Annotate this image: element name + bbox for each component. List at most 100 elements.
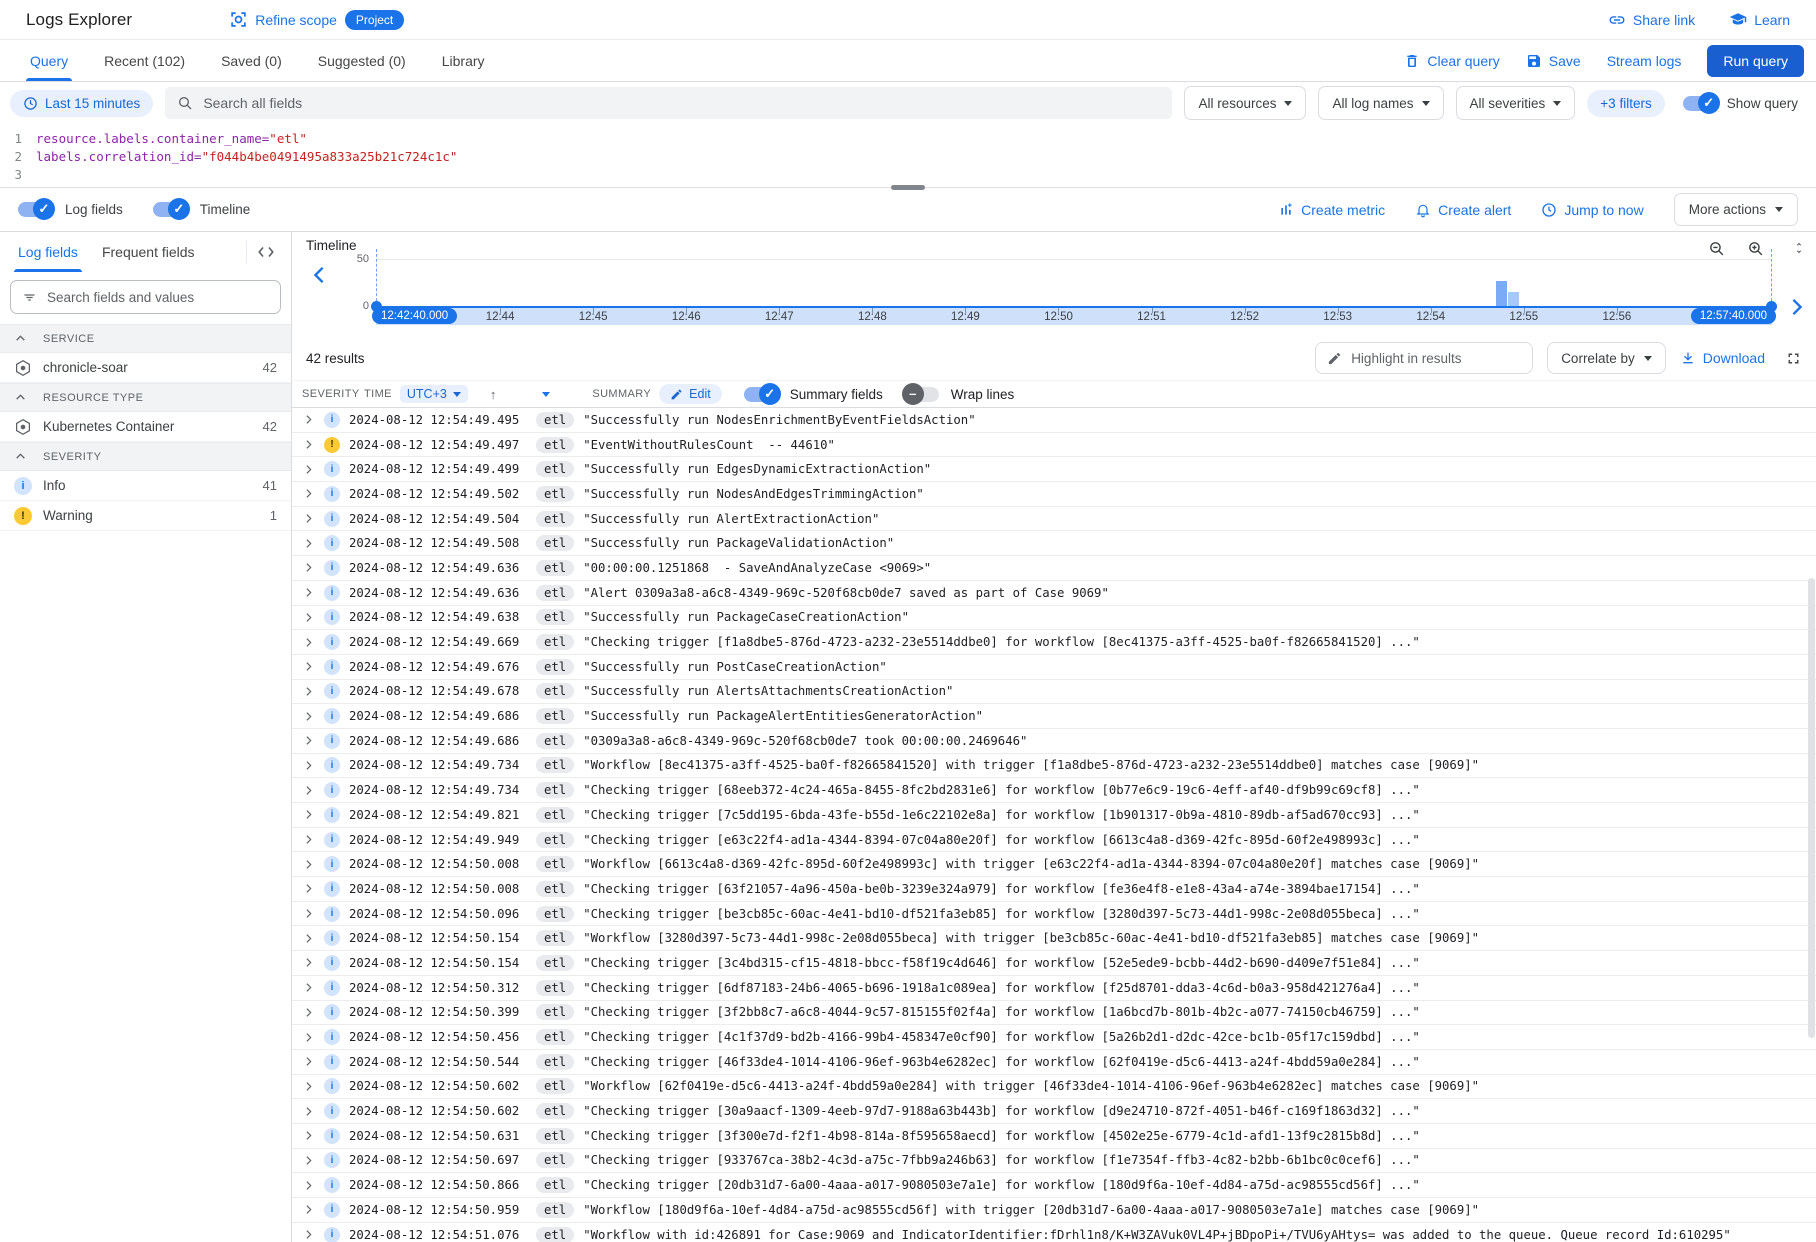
jump-to-now-button[interactable]: Jump to now	[1541, 202, 1643, 218]
search-all-fields[interactable]	[165, 87, 1172, 119]
sidebar-item-info[interactable]: iInfo41	[0, 471, 291, 501]
tab-saved[interactable]: Saved (0)	[203, 40, 300, 81]
expand-row-icon[interactable]	[302, 636, 315, 649]
container-chip[interactable]: etl	[536, 585, 574, 601]
expand-row-icon[interactable]	[302, 833, 315, 846]
log-row[interactable]: i2024-08-12 12:54:50.154etl"Workflow [32…	[292, 926, 1816, 951]
container-chip[interactable]: etl	[536, 1103, 574, 1119]
container-chip[interactable]: etl	[536, 881, 574, 897]
zoom-in-icon[interactable]	[1747, 240, 1764, 257]
column-menu-icon[interactable]	[542, 392, 550, 397]
expand-row-icon[interactable]	[302, 1031, 315, 1044]
expand-row-icon[interactable]	[302, 956, 315, 969]
expand-row-icon[interactable]	[302, 561, 315, 574]
search-all-fields-input[interactable]	[203, 95, 1160, 111]
unfold-more-icon[interactable]	[1792, 240, 1806, 256]
expand-row-icon[interactable]	[302, 660, 315, 673]
selection-end-handle[interactable]	[1766, 301, 1777, 312]
container-chip[interactable]: etl	[536, 412, 574, 428]
container-chip[interactable]: etl	[536, 807, 574, 823]
sidebar-search[interactable]	[10, 280, 281, 314]
container-chip[interactable]: etl	[536, 634, 574, 650]
timeline-toggle[interactable]: ✓	[153, 202, 187, 217]
log-row[interactable]: i2024-08-12 12:54:49.495etl"Successfully…	[292, 408, 1816, 433]
container-chip[interactable]: etl	[536, 782, 574, 798]
log-row[interactable]: i2024-08-12 12:54:50.096etl"Checking tri…	[292, 902, 1816, 927]
expand-row-icon[interactable]	[302, 512, 315, 525]
expand-row-icon[interactable]	[302, 759, 315, 772]
container-chip[interactable]: etl	[536, 1029, 574, 1045]
stream-logs-button[interactable]: Stream logs	[1607, 53, 1682, 69]
log-row[interactable]: i2024-08-12 12:54:49.676etl"Successfully…	[292, 655, 1816, 680]
sidebar-item-kubernetes-container[interactable]: Kubernetes Container42	[0, 412, 291, 442]
create-metric-button[interactable]: Create metric	[1278, 202, 1385, 218]
time-range-chip[interactable]: Last 15 minutes	[10, 90, 153, 117]
all-severities-dropdown[interactable]: All severities	[1456, 86, 1576, 120]
expand-row-icon[interactable]	[302, 1006, 315, 1019]
expand-row-icon[interactable]	[302, 586, 315, 599]
sidebar-search-input[interactable]	[47, 290, 269, 305]
log-row[interactable]: i2024-08-12 12:54:50.154etl"Checking tri…	[292, 951, 1816, 976]
container-chip[interactable]: etl	[536, 437, 574, 453]
expand-row-icon[interactable]	[302, 413, 315, 426]
sort-ascending-icon[interactable]: ↑	[490, 387, 497, 402]
learn-button[interactable]: Learn	[1729, 11, 1790, 29]
log-row[interactable]: i2024-08-12 12:54:50.866etl"Checking tri…	[292, 1173, 1816, 1198]
log-row[interactable]: i2024-08-12 12:54:49.636etl"00:00:00.125…	[292, 556, 1816, 581]
log-row[interactable]: i2024-08-12 12:54:49.949etl"Checking tri…	[292, 828, 1816, 853]
sidebar-section-resource-type[interactable]: RESOURCE TYPE	[0, 383, 291, 412]
more-actions-button[interactable]: More actions	[1674, 193, 1798, 226]
timeline-scroll-right-icon[interactable]	[1790, 298, 1804, 316]
log-row[interactable]: i2024-08-12 12:54:49.502etl"Successfully…	[292, 482, 1816, 507]
expand-row-icon[interactable]	[302, 734, 315, 747]
sidebar-item-chronicle-soar[interactable]: chronicle-soar42	[0, 353, 291, 383]
clear-query-button[interactable]: Clear query	[1404, 53, 1499, 69]
container-chip[interactable]: etl	[536, 461, 574, 477]
timeline-axis-band[interactable]: 12:42:40.000 12:4412:4512:4612:4712:4812…	[376, 306, 1772, 325]
log-row[interactable]: i2024-08-12 12:54:49.669etl"Checking tri…	[292, 630, 1816, 655]
log-row[interactable]: i2024-08-12 12:54:49.821etl"Checking tri…	[292, 803, 1816, 828]
expand-row-icon[interactable]	[302, 808, 315, 821]
log-row[interactable]: i2024-08-12 12:54:50.697etl"Checking tri…	[292, 1149, 1816, 1174]
container-chip[interactable]: etl	[536, 1177, 574, 1193]
zoom-out-icon[interactable]	[1708, 240, 1725, 257]
container-chip[interactable]: etl	[536, 1078, 574, 1094]
container-chip[interactable]: etl	[536, 1004, 574, 1020]
collapse-panel-icon[interactable]	[246, 241, 285, 263]
selection-end-chip[interactable]: 12:57:40.000	[1691, 308, 1776, 324]
log-row[interactable]: i2024-08-12 12:54:50.456etl"Checking tri…	[292, 1025, 1816, 1050]
container-chip[interactable]: etl	[536, 1152, 574, 1168]
expand-row-icon[interactable]	[302, 1228, 315, 1241]
log-row[interactable]: i2024-08-12 12:54:50.959etl"Workflow [18…	[292, 1198, 1816, 1223]
correlate-by-dropdown[interactable]: Correlate by	[1547, 342, 1666, 374]
run-query-button[interactable]: Run query	[1707, 45, 1804, 77]
expand-row-icon[interactable]	[302, 907, 315, 920]
expand-row-icon[interactable]	[302, 438, 315, 451]
container-chip[interactable]: etl	[536, 930, 574, 946]
container-chip[interactable]: etl	[536, 733, 574, 749]
extra-filters-chip[interactable]: +3 filters	[1587, 90, 1664, 117]
tab-query[interactable]: Query	[12, 40, 86, 81]
tab-recent[interactable]: Recent (102)	[86, 40, 203, 81]
expand-row-icon[interactable]	[302, 537, 315, 550]
all-log-names-dropdown[interactable]: All log names	[1318, 86, 1443, 120]
container-chip[interactable]: etl	[536, 906, 574, 922]
log-row[interactable]: i2024-08-12 12:54:51.076etl"Workflow wit…	[292, 1223, 1816, 1242]
timeline-chart[interactable]: 50 0	[376, 259, 1772, 306]
expand-row-icon[interactable]	[302, 882, 315, 895]
wrap-lines-toggle[interactable]: –	[905, 387, 939, 402]
container-chip[interactable]: etl	[536, 1054, 574, 1070]
log-row[interactable]: i2024-08-12 12:54:50.008etl"Checking tri…	[292, 877, 1816, 902]
save-button[interactable]: Save	[1526, 53, 1581, 69]
log-row[interactable]: i2024-08-12 12:54:49.508etl"Successfully…	[292, 531, 1816, 556]
log-row[interactable]: i2024-08-12 12:54:49.678etl"Successfully…	[292, 680, 1816, 705]
log-row[interactable]: !2024-08-12 12:54:49.497etl"EventWithout…	[292, 433, 1816, 458]
log-fields-toggle[interactable]: ✓	[18, 202, 52, 217]
tab-suggested[interactable]: Suggested (0)	[300, 40, 424, 81]
expand-row-icon[interactable]	[302, 932, 315, 945]
log-row[interactable]: i2024-08-12 12:54:49.734etl"Workflow [8e…	[292, 754, 1816, 779]
tab-frequent-fields[interactable]: Frequent fields	[90, 232, 207, 272]
log-row[interactable]: i2024-08-12 12:54:49.504etl"Successfully…	[292, 507, 1816, 532]
expand-row-icon[interactable]	[302, 981, 315, 994]
fullscreen-icon[interactable]	[1785, 350, 1802, 367]
